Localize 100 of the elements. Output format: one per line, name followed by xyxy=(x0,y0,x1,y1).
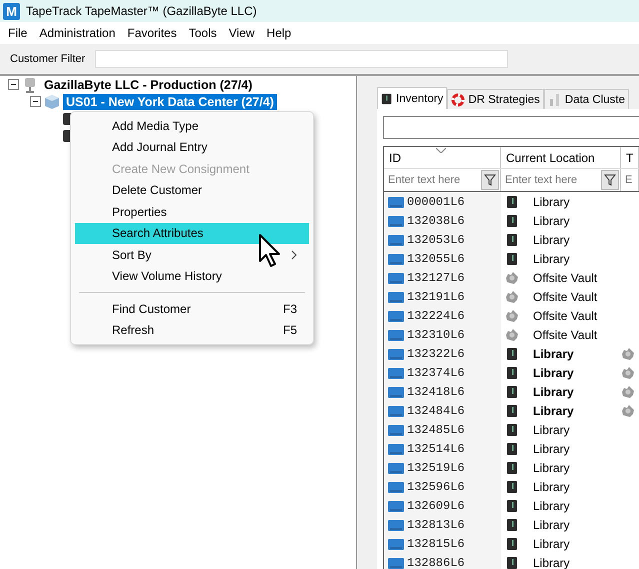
table-cell: Library xyxy=(533,518,570,532)
table-cell: 000001L6 xyxy=(407,194,465,208)
filter-icon[interactable] xyxy=(481,170,499,190)
menu-item[interactable]: Add Journal Entry xyxy=(75,136,309,158)
customer-filter-field[interactable] xyxy=(95,50,508,68)
vault-icon xyxy=(505,328,519,342)
tape-cartridge-icon xyxy=(388,386,404,398)
tape-library-icon xyxy=(505,214,519,228)
vault-icon xyxy=(505,270,519,284)
column-header[interactable]: T xyxy=(621,147,639,168)
table-cell: 132485L6 xyxy=(407,422,465,436)
vault-icon xyxy=(505,308,519,322)
menu-item[interactable]: Add Media Type xyxy=(75,115,309,136)
server-icon xyxy=(22,76,38,92)
tape-cartridge-icon xyxy=(388,252,404,264)
table-cell: 132519L6 xyxy=(407,460,465,474)
tape-cartridge-icon xyxy=(388,462,404,474)
tape-cartridge-icon xyxy=(388,556,404,568)
tape-cartridge-icon xyxy=(388,404,404,416)
table-cell: Library xyxy=(533,346,574,360)
customer-filter-label: Customer Filter xyxy=(10,53,86,65)
menu-item[interactable]: View xyxy=(222,26,261,40)
tape-cartridge-icon xyxy=(388,290,404,302)
tab[interactable]: Inventory xyxy=(377,87,448,109)
table-cell: 132596L6 xyxy=(407,480,465,494)
tape-cartridge-icon xyxy=(388,214,404,226)
table-cell: Library xyxy=(533,480,570,494)
vault-icon xyxy=(505,290,519,304)
menu-item[interactable]: Search Attributes xyxy=(75,222,309,244)
app-logo: M xyxy=(3,2,20,20)
tape-cartridge-icon xyxy=(388,348,404,360)
tab[interactable]: DR Strategies xyxy=(447,89,544,109)
table-cell: Offsite Vault xyxy=(533,270,598,284)
tape-library-icon xyxy=(505,252,519,266)
table-cell: 132127L6 xyxy=(407,270,465,284)
tape-cartridge-icon xyxy=(388,366,404,378)
tape-cartridge-icon xyxy=(388,328,404,340)
tape-library-icon xyxy=(505,232,519,246)
menu-item[interactable]: View Volume History xyxy=(75,266,309,287)
menu-item[interactable]: Favorites xyxy=(121,26,183,40)
chevron-right-icon xyxy=(291,250,297,260)
tape-library-icon xyxy=(505,366,519,380)
tape-library-icon xyxy=(505,346,519,360)
tab[interactable]: Data Cluste xyxy=(544,89,629,109)
tape-library-icon xyxy=(505,404,519,418)
tape-library-icon xyxy=(505,194,519,208)
tape-library-icon xyxy=(505,480,519,494)
menu-item[interactable]: Refresh F5 xyxy=(75,320,309,341)
table-cell: Library xyxy=(533,384,574,398)
table-cell: Library xyxy=(533,422,570,436)
menu-item[interactable]: Tools xyxy=(182,26,223,40)
collapse-icon[interactable] xyxy=(8,79,19,90)
collapse-icon[interactable] xyxy=(30,96,41,107)
table-cell: Offsite Vault xyxy=(533,308,598,322)
tape-cartridge-icon xyxy=(388,272,404,284)
tape-library-icon xyxy=(505,442,519,456)
menu-item[interactable]: Administration xyxy=(33,26,122,40)
table-cell: 132224L6 xyxy=(407,308,465,322)
menu-item[interactable]: Sort By xyxy=(75,244,309,266)
tape-cartridge-icon xyxy=(388,442,404,454)
window-title: TapeTrack TapeMaster™ (GazillaByte LLC) xyxy=(26,4,257,18)
table-cell: Offsite Vault xyxy=(533,328,598,342)
tape-cartridge-icon xyxy=(388,500,404,512)
tape-cartridge-icon xyxy=(388,480,404,492)
table-cell: 132374L6 xyxy=(407,366,465,380)
table-cell: 132053L6 xyxy=(407,232,465,246)
tape-library-icon xyxy=(505,460,519,474)
menu-item[interactable]: File xyxy=(2,26,34,40)
menu-item[interactable]: Delete Customer xyxy=(75,180,309,201)
tape-cartridge-icon xyxy=(388,424,404,436)
tape-library-icon xyxy=(505,518,519,532)
tape-library-icon xyxy=(505,556,519,569)
table-cell: Library xyxy=(533,366,574,380)
table-cell: Library xyxy=(533,498,570,512)
column-header[interactable]: ID xyxy=(384,147,501,168)
table-cell: 132038L6 xyxy=(407,214,465,228)
table-cell: 132484L6 xyxy=(407,404,465,418)
table-cell: Library xyxy=(533,556,570,569)
tape-library-icon xyxy=(505,536,519,550)
table-cell: Library xyxy=(533,404,574,418)
table-cell: 132055L6 xyxy=(407,252,465,266)
vault-icon xyxy=(621,366,635,380)
table-cell: 132418L6 xyxy=(407,384,465,398)
tape-cartridge-icon xyxy=(388,196,404,208)
tape-cartridge-icon xyxy=(388,310,404,322)
table-cell: Library xyxy=(533,214,570,228)
tree-node[interactable]: GazillaByte LLC - Production (27/4) xyxy=(41,76,256,92)
menu-item[interactable]: Find Customer F3 xyxy=(75,298,309,320)
menu-item[interactable]: Help xyxy=(260,26,298,40)
search-field[interactable] xyxy=(383,116,639,139)
table-cell: Library xyxy=(533,442,570,456)
column-header[interactable]: Current Location xyxy=(501,147,621,168)
tree-node[interactable]: US01 - New York Data Center (27/4) xyxy=(63,94,277,110)
table-cell: Library xyxy=(533,232,570,246)
table-cell: 132609L6 xyxy=(407,498,465,512)
lifebuoy-icon xyxy=(451,92,466,106)
filter-icon[interactable] xyxy=(601,170,619,190)
table-cell: Library xyxy=(533,194,570,208)
menu-item[interactable]: Properties xyxy=(75,201,309,222)
table-cell: 132886L6 xyxy=(407,556,465,569)
